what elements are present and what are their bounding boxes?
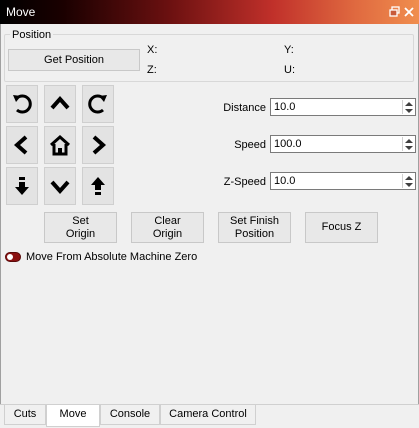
u-label: U: <box>284 64 295 76</box>
tab-console[interactable]: Console <box>100 405 160 425</box>
focus-z-button[interactable]: Focus Z <box>305 212 378 243</box>
arrow-right-icon <box>92 135 107 155</box>
title-bar[interactable]: Move <box>0 0 419 24</box>
set-origin-button[interactable]: Set Origin <box>44 212 117 243</box>
tab-cuts[interactable]: Cuts <box>4 405 46 425</box>
bottom-tab-bar: Cuts Move Console Camera Control <box>0 404 419 428</box>
distance-label: Distance <box>223 102 266 114</box>
position-group-label: Position <box>10 29 54 41</box>
spin-arrows-icon[interactable] <box>402 100 414 114</box>
restore-icon[interactable] <box>388 5 402 19</box>
zspeed-label: Z-Speed <box>223 176 266 188</box>
home-button[interactable] <box>44 126 76 164</box>
move-down-button[interactable] <box>44 167 76 205</box>
arrow-left-icon <box>13 135 28 155</box>
spin-arrows-icon[interactable] <box>402 174 414 188</box>
speed-spinbox[interactable]: 100.0 <box>270 135 416 153</box>
z-up-button[interactable] <box>82 167 114 205</box>
distance-value: 10.0 <box>274 101 296 113</box>
clear-origin-button[interactable]: Clear Origin <box>131 212 204 243</box>
absolute-zero-label: Move From Absolute Machine Zero <box>26 251 198 263</box>
z-down-icon <box>15 177 29 195</box>
spin-arrows-icon[interactable] <box>402 137 414 151</box>
speed-label: Speed <box>234 139 266 151</box>
distance-spinbox[interactable]: 10.0 <box>270 98 416 116</box>
z-label: Z: <box>147 64 157 76</box>
arrow-up-icon <box>50 95 70 110</box>
absolute-zero-toggle[interactable] <box>5 252 21 262</box>
close-icon[interactable] <box>402 5 416 19</box>
tab-camera-control[interactable]: Camera Control <box>160 405 256 425</box>
get-position-button[interactable]: Get Position <box>8 49 140 71</box>
z-up-icon <box>91 177 105 195</box>
x-label: X: <box>147 44 158 56</box>
speed-value: 100.0 <box>274 138 302 150</box>
rotate-ccw-icon <box>13 94 32 114</box>
y-label: Y: <box>284 44 294 56</box>
window-title: Move <box>6 5 36 19</box>
zspeed-spinbox[interactable]: 10.0 <box>270 172 416 190</box>
move-left-button[interactable] <box>6 126 38 164</box>
tab-move[interactable]: Move <box>46 405 100 427</box>
rotate-cw-icon <box>88 94 107 114</box>
rotate-cw-button[interactable] <box>82 85 114 123</box>
move-up-button[interactable] <box>44 85 76 123</box>
move-right-button[interactable] <box>82 126 114 164</box>
rotate-ccw-button[interactable] <box>6 85 38 123</box>
z-down-button[interactable] <box>6 167 38 205</box>
arrow-down-icon <box>50 180 70 195</box>
home-icon <box>50 134 70 156</box>
set-finish-position-button[interactable]: Set Finish Position <box>218 212 291 243</box>
zspeed-value: 10.0 <box>274 175 296 187</box>
